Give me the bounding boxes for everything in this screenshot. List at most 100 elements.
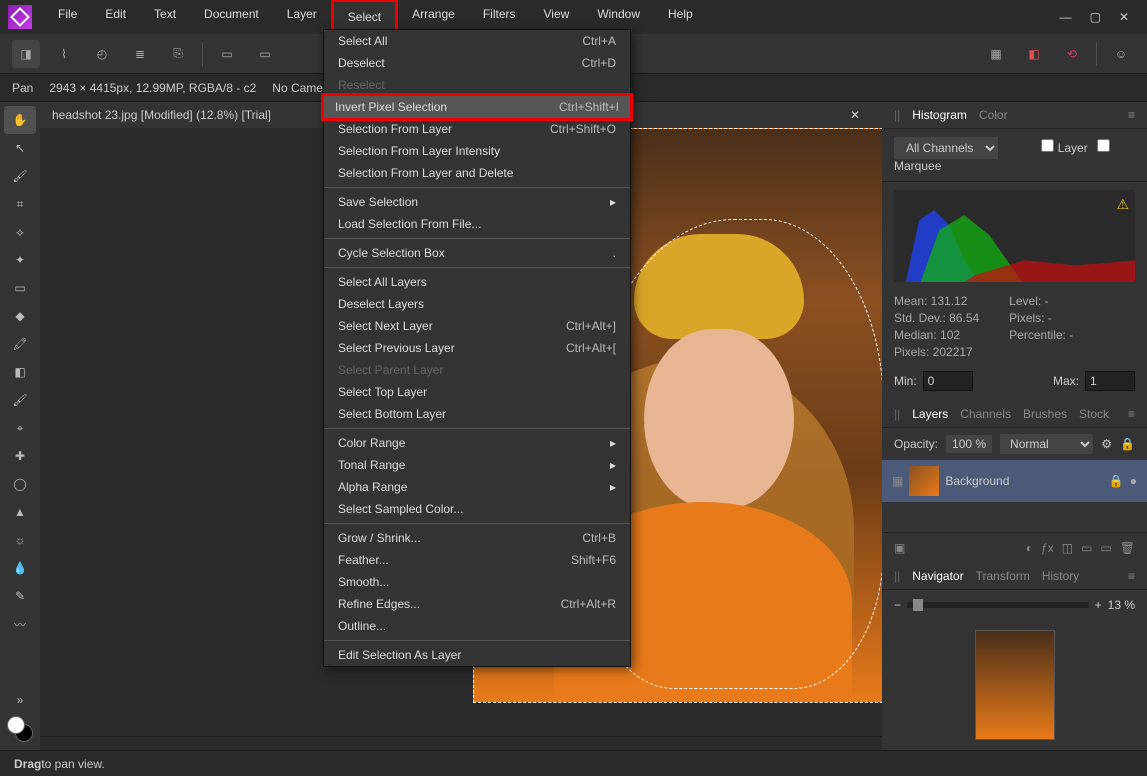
panel-menu-icon[interactable]: ≡: [1128, 569, 1135, 583]
menu-item-select-all-layers[interactable]: Select All Layers: [324, 271, 630, 293]
menu-item-save-selection[interactable]: Save Selection▸: [324, 191, 630, 213]
menu-item-selection-from-layer-and-delete[interactable]: Selection From Layer and Delete: [324, 162, 630, 184]
snap-icon[interactable]: ⟲: [1058, 40, 1086, 68]
clone-tool-icon[interactable]: ⌖: [4, 414, 36, 442]
open-icon[interactable]: ▭: [213, 40, 241, 68]
blur-tool-icon[interactable]: 💧: [4, 554, 36, 582]
paint-tool-icon[interactable]: 🖍: [4, 330, 36, 358]
tab-stock[interactable]: Stock: [1079, 407, 1109, 421]
panel-menu-icon[interactable]: ≡: [1128, 407, 1135, 421]
maximize-button[interactable]: ▢: [1090, 10, 1101, 24]
mask-icon[interactable]: ▣: [894, 541, 905, 555]
menu-item-select-top-layer[interactable]: Select Top Layer: [324, 381, 630, 403]
persona-photo-icon[interactable]: ◨: [12, 40, 40, 68]
menu-item-select-bottom-layer[interactable]: Select Bottom Layer: [324, 403, 630, 425]
brush-tool-icon[interactable]: 🖌: [4, 162, 36, 190]
persona-develop-icon[interactable]: ◴: [88, 40, 116, 68]
inpaint-tool-icon[interactable]: ▲: [4, 498, 36, 526]
channel-select[interactable]: All Channels: [894, 137, 998, 159]
lock-icon[interactable]: 🔒: [1120, 437, 1135, 451]
layer-visibility-icon[interactable]: ▦: [892, 474, 903, 488]
tab-history[interactable]: History: [1042, 569, 1079, 583]
add-layer-icon[interactable]: ▭: [1100, 541, 1111, 555]
sponge-tool-icon[interactable]: ◯: [4, 470, 36, 498]
menu-item-selection-from-layer-intensity[interactable]: Selection From Layer Intensity: [324, 140, 630, 162]
layer-checkbox[interactable]: [1041, 139, 1054, 152]
menu-item-grow-shrink[interactable]: Grow / Shrink...Ctrl+B: [324, 527, 630, 549]
menu-item-load-selection-from-file[interactable]: Load Selection From File...: [324, 213, 630, 235]
tab-brushes[interactable]: Brushes: [1023, 407, 1067, 421]
gear-icon[interactable]: ⚙: [1101, 437, 1112, 451]
menu-item-refine-edges[interactable]: Refine Edges...Ctrl+Alt+R: [324, 593, 630, 615]
split-icon[interactable]: ◧: [1020, 40, 1048, 68]
panel-handle-icon[interactable]: ||: [894, 407, 900, 421]
tab-transform[interactable]: Transform: [976, 569, 1030, 583]
opacity-value[interactable]: 100 %: [946, 435, 992, 453]
menu-item-select-next-layer[interactable]: Select Next LayerCtrl+Alt+]: [324, 315, 630, 337]
tab-channels[interactable]: Channels: [960, 407, 1011, 421]
foreground-color-swatch[interactable]: [7, 716, 25, 734]
menu-item-smooth[interactable]: Smooth...: [324, 571, 630, 593]
panel-handle-icon[interactable]: ||: [894, 569, 900, 583]
close-tab-icon[interactable]: ✕: [850, 108, 870, 122]
menu-item-cycle-selection-box[interactable]: Cycle Selection Box.: [324, 242, 630, 264]
blend-mode-select[interactable]: Normal: [1000, 434, 1093, 454]
panel-handle-icon[interactable]: ||: [894, 108, 900, 122]
menu-item-select-previous-layer[interactable]: Select Previous LayerCtrl+Alt+[: [324, 337, 630, 359]
close-button[interactable]: ✕: [1119, 10, 1129, 24]
hand-tool-icon[interactable]: ✋: [4, 106, 36, 134]
menu-item-outline[interactable]: Outline...: [324, 615, 630, 637]
menu-text[interactable]: Text: [140, 0, 190, 35]
wand-tool-icon[interactable]: ✦: [4, 246, 36, 274]
shape-tool-icon[interactable]: ◆: [4, 302, 36, 330]
color-swatches[interactable]: [7, 716, 33, 742]
panel-menu-icon[interactable]: ≡: [1128, 108, 1135, 122]
tab-color[interactable]: Color: [979, 108, 1008, 122]
stack-icon[interactable]: ▭: [251, 40, 279, 68]
marquee-tool-icon[interactable]: ▭: [4, 274, 36, 302]
assistant-icon[interactable]: ☺: [1107, 40, 1135, 68]
layer-lock-icon[interactable]: 🔒: [1109, 474, 1124, 488]
menu-item-select-all[interactable]: Select AllCtrl+A: [324, 30, 630, 52]
persona-tone-icon[interactable]: ≣: [126, 40, 154, 68]
zoom-in-button[interactable]: +: [1095, 598, 1102, 612]
navigator-thumbnail[interactable]: [975, 630, 1055, 740]
flood-tool-icon[interactable]: ⟡: [4, 218, 36, 246]
color-tool-icon[interactable]: 🖌: [4, 386, 36, 414]
menu-item-deselect-layers[interactable]: Deselect Layers: [324, 293, 630, 315]
zoom-slider[interactable]: [907, 602, 1089, 608]
layer-item[interactable]: ▦ Background 🔒 ●: [882, 460, 1147, 502]
menu-item-tonal-range[interactable]: Tonal Range▸: [324, 454, 630, 476]
grid-icon[interactable]: ▦: [982, 40, 1010, 68]
menu-edit[interactable]: Edit: [91, 0, 140, 35]
zoom-slider-thumb[interactable]: [913, 599, 923, 611]
eraser-tool-icon[interactable]: ◧: [4, 358, 36, 386]
tab-layers[interactable]: Layers: [912, 407, 948, 421]
menu-item-color-range[interactable]: Color Range▸: [324, 432, 630, 454]
smudge-tool-icon[interactable]: 〰: [4, 610, 36, 638]
minimize-button[interactable]: —: [1060, 10, 1072, 24]
pen-tool-icon[interactable]: ✎: [4, 582, 36, 610]
menu-document[interactable]: Document: [190, 0, 273, 35]
dodge-tool-icon[interactable]: ☼: [4, 526, 36, 554]
menu-file[interactable]: File: [44, 0, 91, 35]
menu-item-invert-pixel-selection[interactable]: Invert Pixel SelectionCtrl+Shift+I: [321, 93, 633, 121]
expand-tools-icon[interactable]: »: [4, 686, 36, 714]
delete-layer-icon[interactable]: 🗑: [1120, 541, 1135, 555]
min-input[interactable]: [923, 371, 973, 391]
menu-help[interactable]: Help: [654, 0, 707, 35]
healing-tool-icon[interactable]: ✚: [4, 442, 36, 470]
persona-export-icon[interactable]: ⎘: [164, 40, 192, 68]
menu-item-feather[interactable]: Feather...Shift+F6: [324, 549, 630, 571]
menu-item-alpha-range[interactable]: Alpha Range▸: [324, 476, 630, 498]
menu-item-selection-from-layer[interactable]: Selection From LayerCtrl+Shift+O: [324, 118, 630, 140]
tab-navigator[interactable]: Navigator: [912, 569, 963, 583]
group-icon[interactable]: ▭: [1081, 541, 1092, 555]
max-input[interactable]: [1085, 371, 1135, 391]
crop-tool-icon[interactable]: ⌗: [4, 190, 36, 218]
adjustment-icon[interactable]: ◐: [1026, 541, 1033, 555]
menu-item-select-sampled-color[interactable]: Select Sampled Color...: [324, 498, 630, 520]
menu-item-deselect[interactable]: DeselectCtrl+D: [324, 52, 630, 74]
crop-icon[interactable]: ◫: [1062, 541, 1073, 555]
pointer-tool-icon[interactable]: ↖: [4, 134, 36, 162]
